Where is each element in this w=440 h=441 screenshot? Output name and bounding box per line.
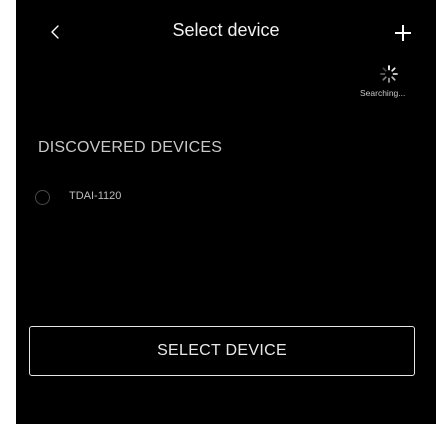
device-item[interactable]: TDAI-1120 — [32, 186, 232, 210]
app-screen: Select device Searching... DISCOVERED DE… — [16, 0, 436, 424]
back-button[interactable] — [43, 20, 67, 44]
plus-icon — [395, 25, 411, 41]
chevron-left-icon — [51, 25, 59, 39]
spinner-icon — [379, 64, 399, 84]
select-device-button[interactable]: SELECT DEVICE — [29, 326, 415, 376]
device-label: TDAI-1120 — [69, 190, 122, 202]
header-bar: Select device — [16, 0, 436, 70]
add-device-button[interactable] — [390, 20, 416, 46]
radio-button[interactable] — [35, 190, 50, 205]
searching-status: Searching... — [360, 88, 406, 98]
page-title: Select device — [172, 20, 280, 40]
discovered-devices-heading: DISCOVERED DEVICES — [38, 139, 223, 156]
